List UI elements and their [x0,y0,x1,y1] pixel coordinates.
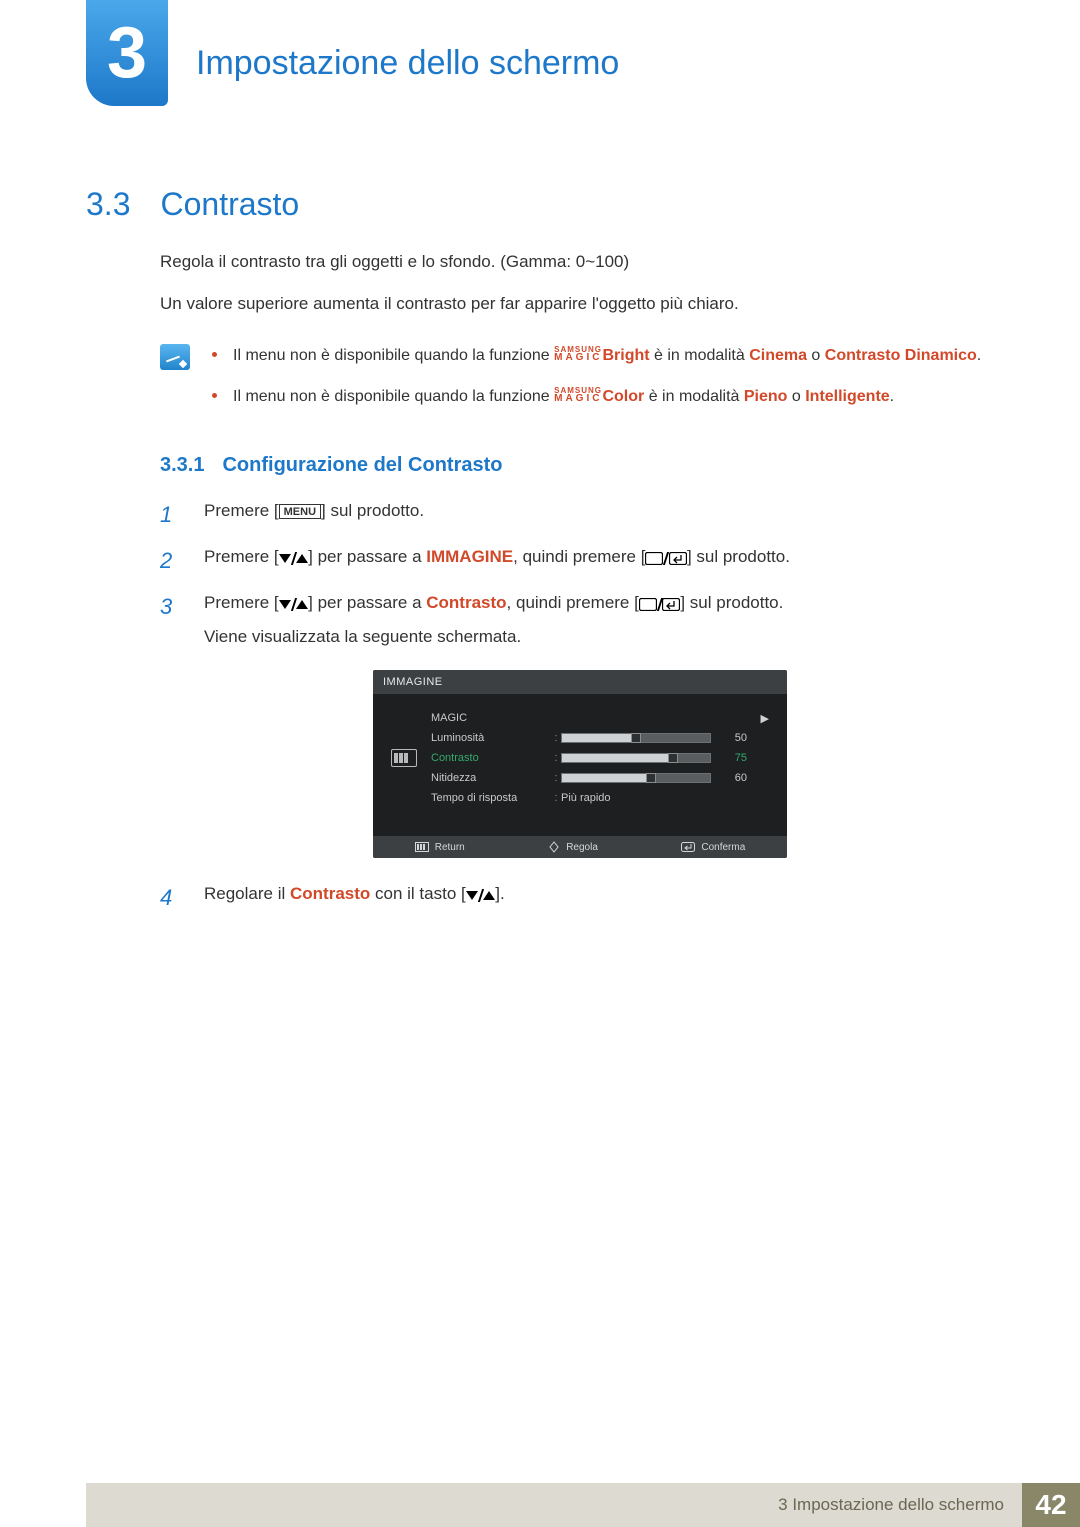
menu-key-icon: MENU [279,504,321,519]
chevron-right-icon: ▶ [751,712,769,725]
osd-value-text: Più rapido [561,792,611,804]
intro-para-1: Regola il contrasto tra gli oggetti e lo… [160,250,1000,274]
osd-row-magic: MAGIC ▶ [431,708,769,728]
osd-picture-icon [391,749,417,767]
samsung-magic-label: SAMSUNGMAGIC [554,347,602,362]
osd-row-nitidezza: Nitidezza : 60 [431,768,769,788]
subsection-number: 3.3.1 [160,454,204,476]
note-icon [160,344,190,370]
confirm-icon [681,842,695,852]
step-2: 2 Premere [] per passare a IMMAGINE, qui… [160,545,1000,577]
chapter-tab: 3 [86,0,168,106]
step-subtext: Viene visualizzata la seguente schermata… [204,625,1000,650]
page-footer: 3 Impostazione dello schermo 42 [86,1483,1080,1527]
note-text: Il menu non è disponibile quando la funz… [233,385,894,408]
page-number: 42 [1022,1483,1080,1527]
osd-label: Nitidezza [431,772,551,784]
step-text: Regolare il Contrasto con il tasto []. [204,882,1000,907]
osd-footer-return: Return [415,841,465,853]
section-number: 3.3 [86,186,130,222]
osd-label: Tempo di risposta [431,792,551,804]
note-block: Il menu non è disponibile quando la funz… [160,344,1000,426]
osd-rows: MAGIC ▶ Luminosità : 50 Contrasto [431,708,769,808]
step-number: 4 [160,882,184,914]
subsection-heading: 3.3.1 Configurazione del Contrasto [160,454,1000,477]
down-up-arrow-icon [279,598,309,611]
chapter-number: 3 [107,17,147,89]
osd-value: 60 [711,772,747,784]
footer-chapter-label: 3 Impostazione dello schermo [86,1483,1022,1527]
note-item: Il menu non è disponibile quando la funz… [212,385,1000,408]
intro-para-2: Un valore superiore aumenta il contrasto… [160,292,1000,316]
osd-value-selected: 75 [711,752,747,764]
osd-body: MAGIC ▶ Luminosità : 50 Contrasto [373,694,787,836]
step-4: 4 Regolare il Contrasto con il tasto []. [160,882,1000,914]
step-number: 2 [160,545,184,577]
osd-slider [561,753,711,763]
osd-row-contrasto: Contrasto : 75 [431,748,769,768]
osd-label: MAGIC [431,712,551,724]
chapter-title: Impostazione dello schermo [196,44,619,83]
down-up-arrow-icon [466,889,496,902]
step-text: Premere [] per passare a IMMAGINE, quind… [204,545,1000,570]
osd-value: 50 [711,732,747,744]
osd-footer-adjust: Regola [548,841,598,853]
down-up-arrow-icon [279,552,309,565]
section-heading: 3.3 Contrasto [86,186,299,223]
osd-row-tempo: Tempo di risposta : Più rapido [431,788,769,808]
section-title: Contrasto [160,186,299,222]
step-text: Premere [MENU] sul prodotto. [204,499,1000,524]
osd-label-selected: Contrasto [431,752,551,764]
osd-footer: Return Regola Conferma [373,836,787,858]
osd-panel: IMMAGINE MAGIC ▶ Luminosità [373,670,787,858]
osd-row-luminosita: Luminosità : 50 [431,728,769,748]
body: Regola il contrasto tra gli oggetti e lo… [160,250,1000,928]
steps-list: 1 Premere [MENU] sul prodotto. 2 Premere… [160,499,1000,914]
osd-screenshot: IMMAGINE MAGIC ▶ Luminosità [373,670,787,858]
note-item: Il menu non è disponibile quando la funz… [212,344,1000,367]
step-number: 1 [160,499,184,531]
osd-slider [561,773,711,783]
osd-title: IMMAGINE [373,670,787,694]
note-list: Il menu non è disponibile quando la funz… [212,344,1000,426]
osd-slider [561,733,711,743]
step-1: 1 Premere [MENU] sul prodotto. [160,499,1000,531]
samsung-magic-label: SAMSUNGMAGIC [554,388,602,403]
step-text: Premere [] per passare a Contrasto, quin… [204,591,1000,650]
source-enter-icon [639,598,681,611]
bullet-icon [212,352,217,357]
osd-label: Luminosità [431,732,551,744]
return-icon [415,842,429,852]
osd-category-icon-col [391,708,419,808]
step-number: 3 [160,591,184,623]
step-3: 3 Premere [] per passare a Contrasto, qu… [160,591,1000,650]
source-enter-icon [645,552,687,565]
adjust-icon [548,841,560,853]
osd-footer-confirm: Conferma [681,841,745,853]
note-text: Il menu non è disponibile quando la funz… [233,344,981,367]
bullet-icon [212,393,217,398]
subsection-title: Configurazione del Contrasto [222,454,502,476]
